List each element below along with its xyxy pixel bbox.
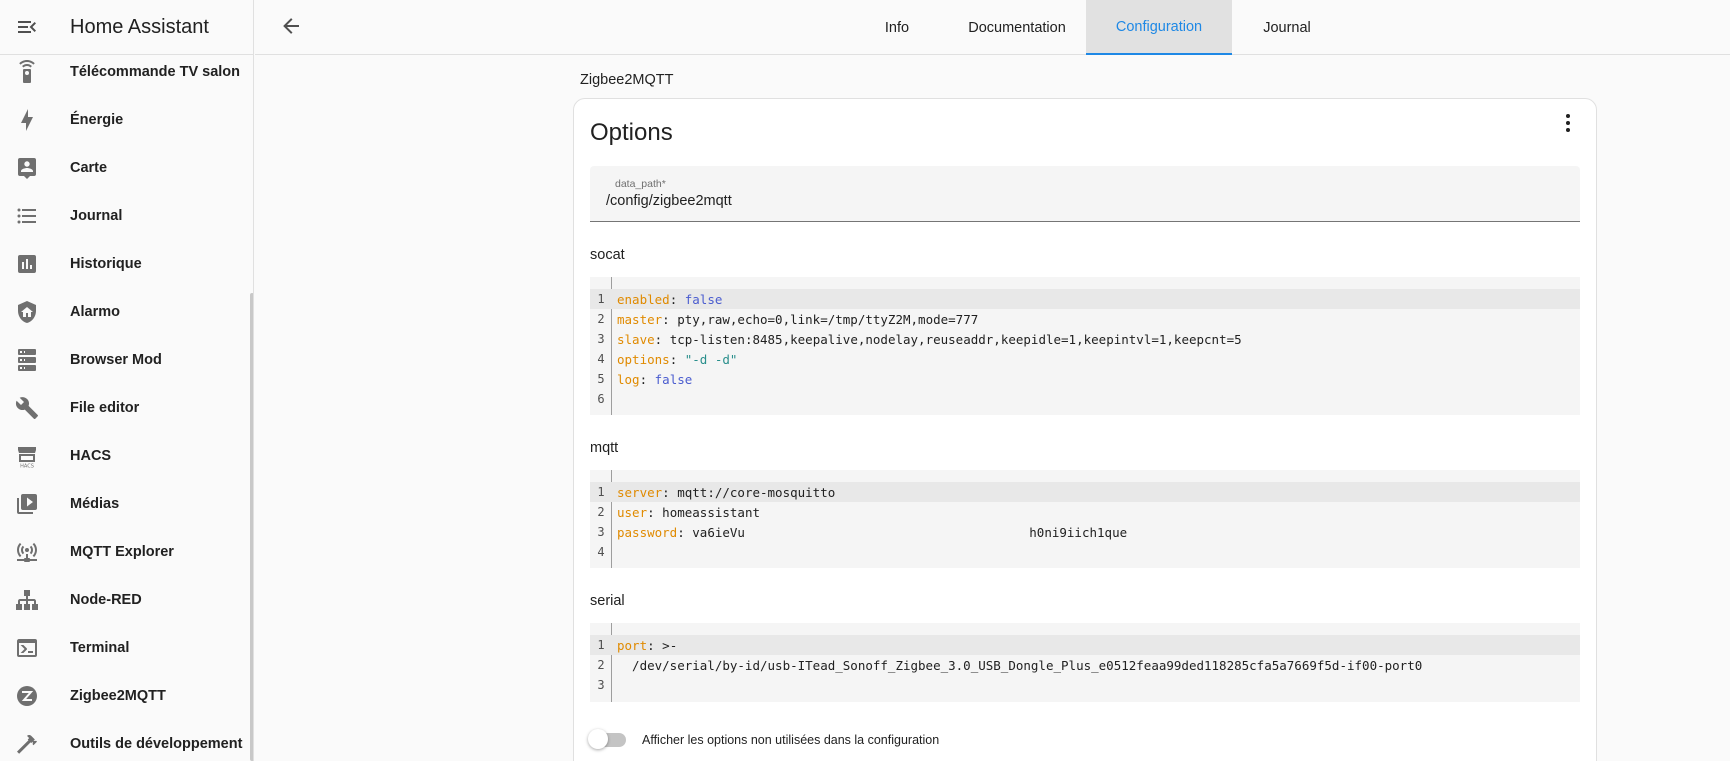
sidebar-scrollbar[interactable] [250, 293, 253, 761]
sidebar-item-label: Terminal [70, 640, 130, 656]
data-path-field[interactable]: data_path* /config/zigbee2mqtt [590, 166, 1580, 222]
mqtt-label: mqtt [590, 440, 619, 456]
sidebar-item-label: Node-RED [70, 592, 142, 608]
code-line: 2 /dev/serial/by-id/usb-ITead_Sonoff_Zig… [597, 657, 1423, 673]
serial-label: serial [590, 593, 625, 609]
addon-name: Zigbee2MQTT [580, 72, 674, 88]
shield-home-icon [0, 300, 54, 324]
sidebar-item-label: Outils de développement [70, 736, 243, 752]
sidebar-item-file-editor[interactable]: File editor [0, 384, 253, 432]
code-line: 2 user: homeassistant [597, 504, 761, 520]
field-label: data_path* [615, 178, 666, 190]
arrow-left-icon [283, 18, 299, 34]
sidebar-item-energie[interactable]: Énergie [0, 96, 253, 144]
sidebar-item-label: Carte [70, 160, 108, 176]
sidebar-item-journal[interactable]: Journal [0, 192, 253, 240]
socat-yaml-editor[interactable]: 1 enabled: false 2 master: pty,raw,echo=0,… [590, 277, 1580, 415]
sidebar-item-label: Télécommande TV salon [70, 64, 241, 80]
options-card: Options data_path* /config/zigbee2mqtt s… [573, 98, 1597, 761]
socat-label: socat [590, 247, 625, 263]
show-unused-options-toggle[interactable] [588, 729, 626, 749]
map-account-icon [0, 156, 54, 180]
sidebar-item-node-red[interactable]: Node-RED [0, 576, 253, 624]
sidebar-item-label: File editor [70, 400, 140, 416]
code-line: 2 master: pty,raw,echo=0,link=/tmp/ttyZ2M… [597, 311, 979, 327]
sidebar-item-alarmo[interactable]: Alarmo [0, 288, 253, 336]
sidebar-item-outils-de-developpement[interactable]: Outils de développement [0, 720, 253, 761]
play-box-multiple-icon [0, 492, 54, 516]
svg-text:HACS: HACS [20, 464, 34, 469]
sidebar-item-medias[interactable]: Médias [0, 480, 253, 528]
code-line: 3 slave: tcp-listen:8485,keepalive,nodela… [597, 331, 1242, 347]
field-value: /config/zigbee2mqtt [606, 193, 732, 209]
console-icon [0, 636, 54, 660]
sidebar-item-mqtt-explorer[interactable]: MQTT Explorer [0, 528, 253, 576]
zigbee-icon [0, 684, 54, 708]
tab-info[interactable]: Info [852, 0, 942, 55]
sidebar-item-hacs[interactable]: HACS HACS [0, 432, 253, 480]
sidebar-item-zigbee2mqtt[interactable]: Zigbee2MQTT [0, 672, 253, 720]
code-line: 6 [597, 392, 605, 406]
sitemap-icon [0, 588, 54, 612]
show-unused-options-label: Afficher les options non utilisées dans … [642, 733, 940, 747]
tab-journal[interactable]: Journal [1232, 0, 1342, 55]
hammer-icon [0, 732, 54, 756]
chart-box-icon [0, 252, 54, 276]
lightning-bolt-icon [0, 108, 54, 132]
sidebar-item-label: Énergie [70, 112, 124, 128]
sidebar-item-label: Alarmo [70, 304, 120, 320]
tab-documentation[interactable]: Documentation [942, 0, 1092, 55]
app-title: Home Assistant [70, 15, 209, 38]
menu-open-icon [18, 21, 36, 33]
format-list-bulleted-icon [0, 204, 54, 228]
sidebar-nav: Télécommande TV salon Énergie Carte Jour… [0, 48, 253, 761]
back-button[interactable] [279, 14, 307, 42]
top-bar: Info Documentation Configuration Journal [255, 0, 1730, 55]
code-line: 1 port: >- [590, 635, 1580, 655]
more-options-button[interactable] [1556, 111, 1580, 135]
sidebar-item-label: Médias [70, 496, 120, 512]
show-unused-options-row: Afficher les options non utilisées dans … [588, 729, 940, 749]
sidebar-item-carte[interactable]: Carte [0, 144, 253, 192]
wrench-icon [0, 396, 54, 420]
card-title: Options [590, 119, 673, 146]
mqtt-yaml-editor[interactable]: 1 server: mqtt://core-mosquitto 2 user: ho… [590, 470, 1580, 568]
code-line: 1 enabled: false [590, 289, 1580, 309]
server-icon [0, 348, 54, 372]
access-point-network-icon [0, 540, 54, 564]
sidebar-item-label: Zigbee2MQTT [70, 688, 166, 704]
code-line: 3 [597, 678, 605, 692]
hacs-store-icon: HACS [0, 444, 54, 468]
dots-vertical-icon [1566, 114, 1570, 118]
code-line: 5 log: false [597, 371, 693, 387]
sidebar-item-terminal[interactable]: Terminal [0, 624, 253, 672]
sidebar-item-label: Browser Mod [70, 352, 162, 368]
sidebar-item-label: MQTT Explorer [70, 544, 174, 560]
sidebar-item-label: Historique [70, 256, 142, 272]
code-line: 4 options: "-d -d" [597, 351, 738, 367]
sidebar-item-label: HACS [70, 448, 112, 464]
sidebar-item-telecommande-tv-salon[interactable]: Télécommande TV salon [0, 48, 253, 96]
serial-yaml-editor[interactable]: 1 port: >- 2 /dev/serial/by-id/usb-ITead_… [590, 623, 1580, 702]
tab-configuration[interactable]: Configuration [1086, 0, 1232, 55]
menu-toggle-button[interactable] [0, 0, 54, 55]
remote-icon [0, 60, 54, 84]
sidebar-item-label: Journal [70, 208, 123, 224]
code-line: 4 [597, 545, 605, 559]
sidebar: Home Assistant Télécommande TV salon Éne… [0, 0, 254, 761]
code-line: 3 password: va6ieVu h0ni9iich1que [597, 524, 1128, 540]
sidebar-item-historique[interactable]: Historique [0, 240, 253, 288]
sidebar-item-browser-mod[interactable]: Browser Mod [0, 336, 253, 384]
code-line: 1 server: mqtt://core-mosquitto [590, 482, 1580, 502]
sidebar-header: Home Assistant [0, 0, 253, 55]
